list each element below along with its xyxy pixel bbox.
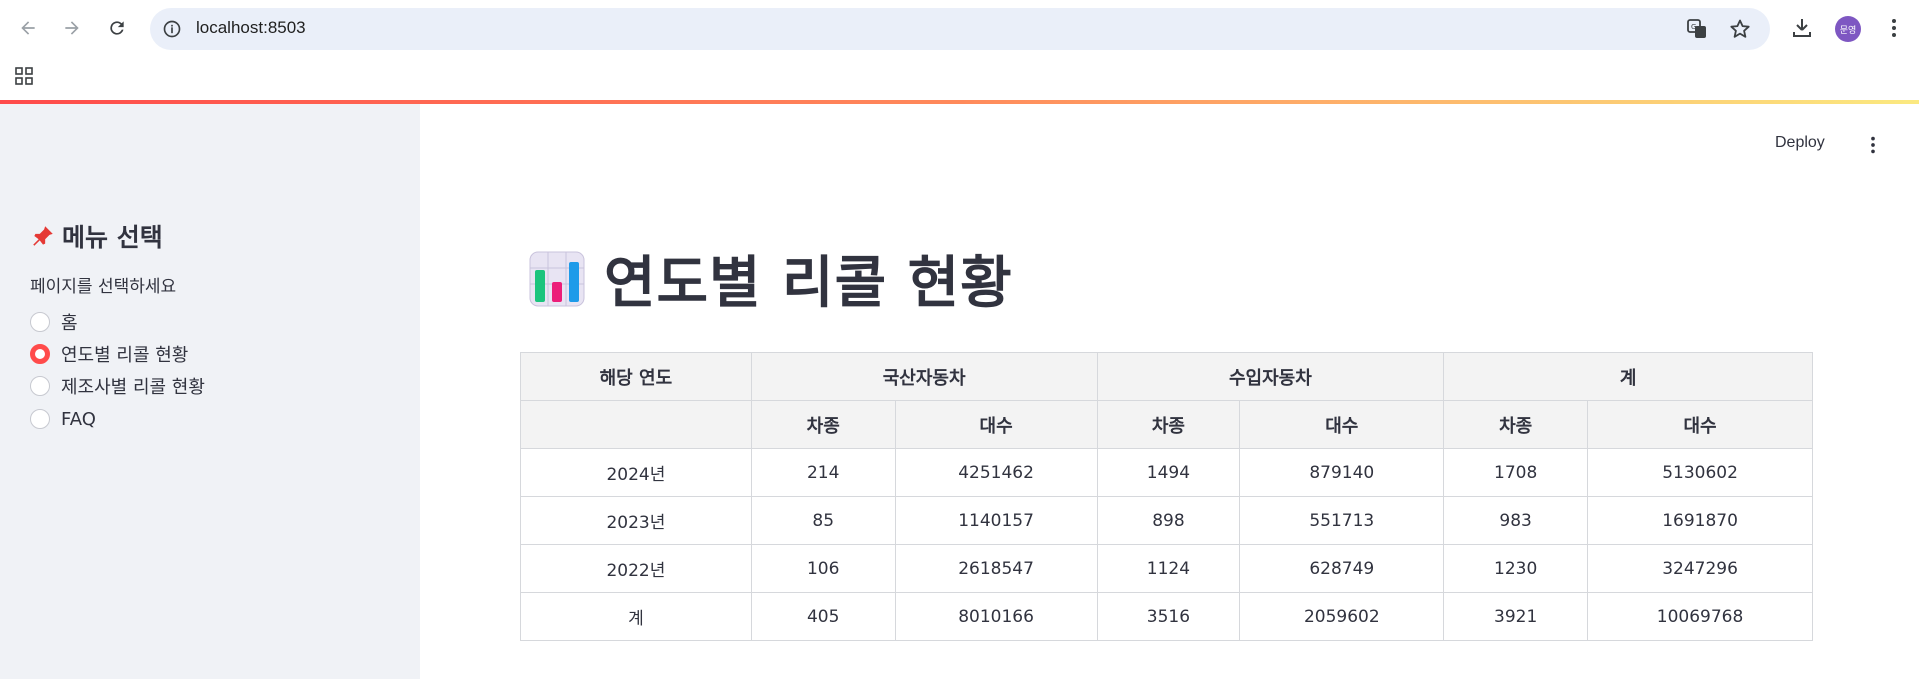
table-cell: 628749 [1239, 544, 1445, 593]
table-cell: 1691870 [1587, 496, 1813, 545]
table-row: 2022년 106 2618547 1124 628749 1230 32472… [520, 544, 1813, 593]
table-cell: 2059602 [1239, 592, 1445, 641]
table-cell: 898 [1096, 496, 1241, 545]
table-cell: 106 [750, 544, 896, 593]
table-row: 2023년 85 1140157 898 551713 983 1691870 [520, 496, 1813, 545]
deploy-button[interactable]: Deploy [1775, 134, 1825, 152]
app-menu-icon[interactable] [1862, 134, 1884, 156]
radio-option-label[interactable]: 제조사별 리콜 현황 [61, 373, 205, 399]
radio-option-home[interactable]: 홈 [30, 309, 78, 335]
table-cell: 1124 [1096, 544, 1241, 593]
header-imported: 수입자동차 [1096, 352, 1445, 401]
table-cell: 5130602 [1587, 448, 1813, 497]
apps-grid-icon[interactable] [14, 66, 34, 86]
table-cell: 1708 [1443, 448, 1589, 497]
page-title-text: 연도별 리콜 현황 [604, 251, 1013, 316]
table-cell: 1494 [1096, 448, 1241, 497]
browser-toolbar: localhost:8503 G 문영 [0, 0, 1919, 56]
table-cell: 983 [1443, 496, 1589, 545]
radio-option-label[interactable]: FAQ [61, 409, 96, 430]
table-cell: 2022년 [520, 544, 752, 593]
radio-button[interactable] [30, 376, 50, 396]
page-title: 연도별 리콜 현황 [528, 238, 1013, 319]
site-info-icon[interactable] [162, 19, 182, 39]
table-cell: 214 [750, 448, 896, 497]
bookmark-star-icon[interactable] [1728, 17, 1752, 41]
header-sub-cell: 차종 [1096, 400, 1241, 449]
table-cell: 405 [750, 592, 896, 641]
header-sub-cell: 대수 [1239, 400, 1445, 449]
radio-group-label: 페이지를 선택하세요 [30, 277, 177, 297]
table-cell: 3516 [1096, 592, 1241, 641]
back-button[interactable] [14, 14, 42, 42]
header-domestic: 국산자동차 [750, 352, 1098, 401]
table-cell: 3921 [1443, 592, 1589, 641]
table-cell: 2024년 [520, 448, 752, 497]
table-cell: 4251462 [894, 448, 1098, 497]
header-year: 해당 연도 [520, 352, 752, 401]
sidebar-title: 메뉴 선택 [30, 218, 163, 254]
forward-button[interactable] [58, 14, 86, 42]
radio-option-label[interactable]: 홈 [61, 309, 78, 335]
table-cell: 3247296 [1587, 544, 1813, 593]
table-cell: 2023년 [520, 496, 752, 545]
sidebar-title-text: 메뉴 선택 [62, 223, 163, 252]
table-cell: 1140157 [894, 496, 1098, 545]
svg-text:G: G [1691, 23, 1696, 31]
profile-avatar[interactable]: 문영 [1835, 16, 1861, 42]
header-sub-cell: 대수 [1587, 400, 1813, 449]
table-row: 2024년 214 4251462 1494 879140 1708 51306… [520, 448, 1813, 497]
table-cell: 551713 [1239, 496, 1445, 545]
bookmarks-bar [0, 56, 1919, 100]
download-icon[interactable] [1790, 16, 1814, 40]
table-header-row-top: 해당 연도 국산자동차 수입자동차 계 [520, 352, 1813, 401]
header-sub-cell [520, 400, 752, 449]
radio-option-yearly-recall[interactable]: 연도별 리콜 현황 [30, 341, 188, 367]
table-cell: 계 [520, 592, 752, 641]
recall-table: 해당 연도 국산자동차 수입자동차 계 차종 대수 차종 대수 차종 대수 20… [520, 352, 1813, 641]
address-bar[interactable]: localhost:8503 G [150, 8, 1770, 50]
pushpin-icon [33, 226, 53, 246]
header-total: 계 [1443, 352, 1813, 401]
table-cell: 8010166 [894, 592, 1098, 641]
radio-button-selected[interactable] [30, 344, 50, 364]
header-sub-cell: 대수 [894, 400, 1098, 449]
header-sub-cell: 차종 [750, 400, 896, 449]
bar-chart-icon [529, 251, 585, 306]
table-row-total: 계 405 8010166 3516 2059602 3921 10069768 [520, 592, 1813, 641]
radio-button[interactable] [30, 312, 50, 332]
reload-button[interactable] [103, 14, 131, 42]
table-cell: 879140 [1239, 448, 1445, 497]
table-cell: 85 [750, 496, 896, 545]
translate-icon[interactable]: G [1685, 17, 1709, 41]
table-cell: 2618547 [894, 544, 1098, 593]
reload-icon [110, 21, 124, 35]
arrow-left-icon [21, 21, 35, 35]
browser-menu-icon[interactable] [1882, 16, 1906, 40]
table-cell: 1230 [1443, 544, 1589, 593]
radio-option-label[interactable]: 연도별 리콜 현황 [61, 341, 188, 367]
header-sub-cell: 차종 [1443, 400, 1589, 449]
radio-button[interactable] [30, 409, 50, 429]
radio-option-faq[interactable]: FAQ [30, 406, 96, 432]
table-cell: 10069768 [1587, 592, 1813, 641]
url-text[interactable]: localhost:8503 [196, 18, 306, 38]
table-header-row-sub: 차종 대수 차종 대수 차종 대수 [520, 400, 1813, 449]
radio-option-manufacturer-recall[interactable]: 제조사별 리콜 현황 [30, 373, 205, 399]
arrow-right-icon [65, 21, 79, 35]
